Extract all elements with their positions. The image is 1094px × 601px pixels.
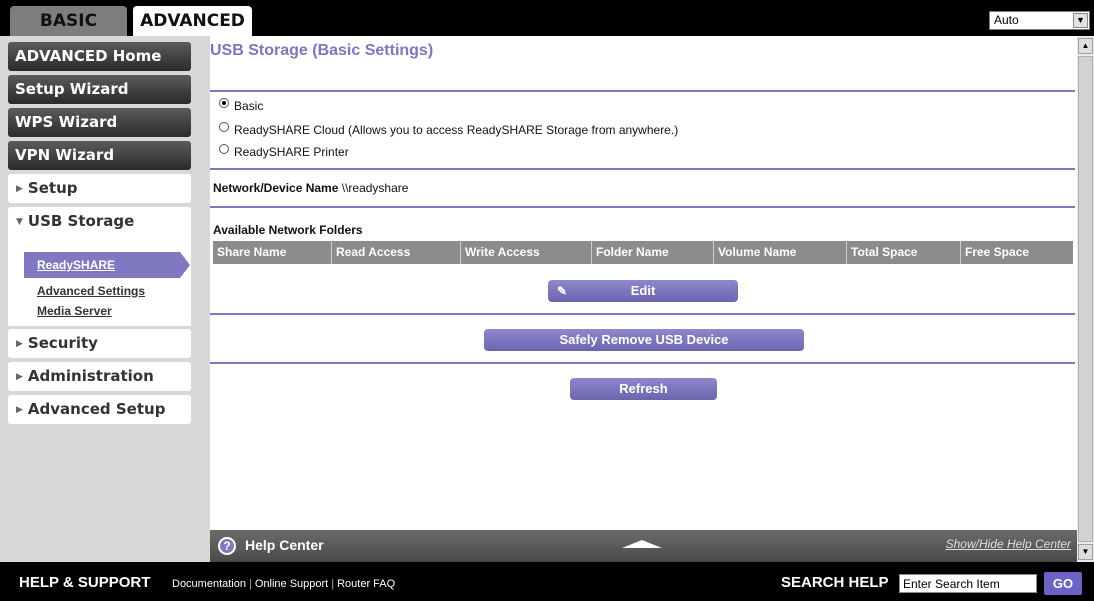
- radio-unchecked-icon[interactable]: [219, 144, 229, 154]
- refresh-button[interactable]: Refresh: [570, 378, 717, 400]
- divider: [210, 313, 1075, 315]
- sidebar-item-label: Security: [27, 334, 98, 352]
- tab-advanced[interactable]: ADVANCED: [133, 6, 252, 36]
- documentation-link[interactable]: Documentation: [172, 578, 246, 590]
- sidebar-item-administration[interactable]: ▶ Administration: [8, 362, 191, 391]
- sidebar-item-label: Advanced Setup: [27, 400, 166, 418]
- content-scrollbar[interactable]: ▲ ▼: [1077, 36, 1094, 562]
- page-title: USB Storage (Basic Settings): [210, 42, 434, 59]
- online-support-link[interactable]: Online Support: [255, 578, 328, 590]
- footer: HELP & SUPPORT Documentation | Online Supp…: [0, 562, 1094, 601]
- help-support-title: HELP & SUPPORT: [19, 574, 151, 591]
- sidebar-item-advanced-setup[interactable]: ▶ Advanced Setup: [8, 395, 191, 424]
- language-select-value: Auto: [994, 13, 1019, 27]
- divider: [210, 90, 1075, 92]
- sidebar-item-wps-wizard[interactable]: WPS Wizard: [8, 108, 191, 137]
- sidebar-item-security[interactable]: ▶ Security: [8, 329, 191, 358]
- safely-remove-usb-button[interactable]: Safely Remove USB Device: [484, 329, 804, 351]
- radio-label: ReadySHARE Printer: [234, 145, 349, 159]
- triangle-right-icon: ▶: [16, 372, 23, 382]
- column-header-free-space: Free Space: [965, 245, 1030, 259]
- router-admin-app: BASIC ADVANCED Auto ▼ ADVANCED Home Setu…: [0, 0, 1094, 601]
- radio-label: Basic: [234, 99, 264, 113]
- divider: [210, 168, 1075, 170]
- help-center-bar: ? Help Center Show/Hide Help Center: [210, 530, 1077, 562]
- sidebar-item-label: Setup: [27, 179, 78, 197]
- sidebar-item-setup-wizard[interactable]: Setup Wizard: [8, 75, 191, 104]
- help-center-title: Help Center: [245, 537, 324, 553]
- radio-readyshare-cloud[interactable]: ReadySHARE Cloud (Allows you to access R…: [219, 122, 679, 137]
- triangle-right-icon: ▶: [16, 339, 23, 349]
- sidebar-item-label: Administration: [27, 367, 154, 385]
- sidebar-subitem-readyshare[interactable]: ReadySHARE: [24, 252, 190, 278]
- main-content: USB Storage (Basic Settings) Basic Ready…: [210, 36, 1077, 530]
- tab-basic[interactable]: BASIC: [10, 6, 127, 36]
- column-header-folder-name: Folder Name: [592, 241, 714, 264]
- radio-label: ReadySHARE Cloud (Allows you to access R…: [234, 123, 679, 137]
- network-device-value: \\readyshare: [341, 181, 409, 195]
- column-header-total-space: Total Space: [847, 241, 961, 264]
- sidebar-subitem-advanced-settings[interactable]: Advanced Settings: [37, 284, 145, 298]
- scroll-up-icon[interactable]: ▲: [1078, 38, 1093, 54]
- scroll-down-icon[interactable]: ▼: [1078, 544, 1093, 560]
- sidebar-item-setup[interactable]: ▶ Setup: [8, 174, 191, 203]
- language-select[interactable]: Auto ▼: [989, 11, 1090, 30]
- scrollbar-thumb[interactable]: [1078, 56, 1093, 542]
- column-header-write-access: Write Access: [461, 241, 592, 264]
- help-question-icon[interactable]: ?: [218, 537, 236, 555]
- edit-button-label: Edit: [630, 283, 656, 298]
- edit-button[interactable]: ✎ Edit: [548, 280, 738, 302]
- radio-readyshare-printer[interactable]: ReadySHARE Printer: [219, 144, 349, 159]
- network-device-name: Network/Device Name \\readyshare: [213, 181, 408, 195]
- pencil-icon: ✎: [557, 284, 568, 298]
- radio-basic[interactable]: Basic: [219, 98, 264, 113]
- available-network-folders-label: Available Network Folders: [213, 223, 363, 237]
- sidebar-subitem-media-server[interactable]: Media Server: [37, 304, 112, 318]
- divider: [210, 206, 1075, 208]
- router-faq-link[interactable]: Router FAQ: [337, 578, 395, 590]
- footer-links: Documentation | Online Support | Router FAQ: [172, 578, 395, 590]
- divider: [210, 362, 1075, 364]
- sidebar-item-label: USB Storage: [27, 212, 135, 230]
- expand-up-arrow-icon[interactable]: [622, 540, 662, 548]
- triangle-down-icon: ▼: [16, 217, 23, 227]
- sidebar-item-vpn-wizard[interactable]: VPN Wizard: [8, 141, 191, 170]
- go-button[interactable]: GO: [1044, 572, 1082, 595]
- folders-table-header: Share Name Read Access Write Access Fold…: [213, 241, 1073, 264]
- column-header-share-name: Share Name: [213, 241, 332, 264]
- sidebar-item-usb-storage[interactable]: ▼ USB Storage: [8, 207, 191, 236]
- separator: |: [249, 578, 252, 590]
- show-hide-help-link[interactable]: Show/Hide Help Center: [946, 537, 1071, 551]
- network-device-label: Network/Device Name: [213, 181, 339, 195]
- radio-checked-icon[interactable]: [219, 98, 229, 108]
- column-header-volume-name: Volume Name: [714, 241, 847, 264]
- chevron-down-icon[interactable]: ▼: [1073, 13, 1088, 28]
- sidebar-item-advanced-home[interactable]: ADVANCED Home: [8, 42, 191, 71]
- radio-unchecked-icon[interactable]: [219, 122, 229, 132]
- search-help-input[interactable]: [899, 574, 1037, 593]
- search-help-label: SEARCH HELP: [781, 574, 889, 591]
- top-bar: BASIC ADVANCED Auto ▼: [0, 0, 1094, 36]
- triangle-right-icon: ▶: [16, 405, 23, 415]
- column-header-read-access: Read Access: [332, 241, 461, 264]
- separator: |: [331, 578, 335, 590]
- sidebar: ADVANCED Home Setup Wizard WPS Wizard VP…: [0, 36, 210, 562]
- triangle-right-icon: ▶: [16, 184, 23, 194]
